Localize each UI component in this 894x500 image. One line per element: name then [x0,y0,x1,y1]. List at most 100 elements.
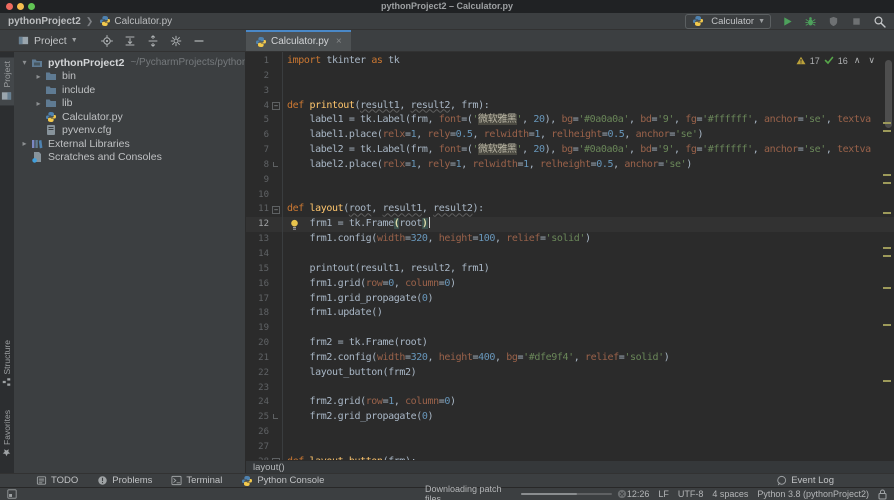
close-tab-icon[interactable]: × [336,36,342,47]
caret-position[interactable]: 12:26 [627,489,650,499]
gutter-line-12[interactable]: 12 [246,217,282,232]
gutter-line-22[interactable]: 22 [246,366,282,381]
collapse-all-button[interactable] [146,34,160,48]
gutter-line-27[interactable]: 27 [246,440,282,455]
breadcrumb-function[interactable]: layout() [253,462,285,473]
sidebar-tab-favorites[interactable]: Favorites [0,410,14,457]
toolwindow-python-console[interactable]: Python Console [241,475,324,487]
toolwindow-problems[interactable]: Problems [97,475,152,486]
hide-panel-button[interactable] [192,34,206,48]
code-line-22[interactable]: layout_button(frm2) [283,366,894,381]
gutter-line-28[interactable]: 28− [246,455,282,460]
run-with-coverage-button[interactable] [826,14,840,28]
gutter-line-13[interactable]: 13 [246,232,282,247]
project-view-selector[interactable]: Project [34,35,67,47]
toolwindow-todo[interactable]: TODO [36,475,78,486]
fold-marker-icon[interactable]: − [272,458,280,460]
tree-item-scratches-and-consoles[interactable]: Scratches and Consoles [14,151,245,165]
gutter-line-6[interactable]: 6 [246,128,282,143]
toolwindow-toggle-icon[interactable] [7,489,17,499]
code-line-20[interactable]: frm2 = tk.Frame(root) [283,336,894,351]
toolwindow-terminal[interactable]: Terminal [171,475,222,486]
code-line-28[interactable]: def layout_button(frm): [283,455,894,460]
search-everywhere-button[interactable] [872,14,886,28]
sidebar-tab-structure[interactable]: Structure [0,340,14,387]
code-line-15[interactable]: printout(result1, result2, frm1) [283,262,894,277]
gutter-line-1[interactable]: 1 [246,54,282,69]
breadcrumb-file[interactable]: Calculator.py [114,16,172,27]
code-line-24[interactable]: frm2.grid(row=1, column=0) [283,395,894,410]
code-line-5[interactable]: label1 = tk.Label(frm, font=('微软雅黑', 20)… [283,113,894,128]
error-stripe-mark[interactable] [883,182,891,184]
gutter-line-23[interactable]: 23 [246,381,282,396]
locate-file-button[interactable] [100,34,114,48]
gutter-line-7[interactable]: 7 [246,143,282,158]
code-line-7[interactable]: label2 = tk.Label(frm, font=('微软雅黑', 20)… [283,143,894,158]
gutter-line-11[interactable]: 11− [246,202,282,217]
minimize-window-button[interactable] [17,3,24,10]
event-log-button[interactable]: Event Log [776,475,834,486]
code-line-19[interactable] [283,321,894,336]
tree-item-pyvenv-cfg[interactable]: pyvenv.cfg [14,124,245,138]
gutter-line-8[interactable]: 8 [246,158,282,173]
interpreter[interactable]: Python 3.8 (pythonProject2) [757,489,869,499]
breadcrumb-project[interactable]: pythonProject2 [8,16,81,27]
error-stripe-mark[interactable] [883,212,891,214]
code-line-4[interactable]: def printout(result1, result2, frm): [283,99,894,114]
code-line-26[interactable] [283,425,894,440]
editor-scrollbar[interactable] [885,60,892,128]
settings-icon[interactable] [169,34,183,48]
code-line-21[interactable]: frm2.config(width=320, height=400, bg='#… [283,351,894,366]
tree-item-calculator-py[interactable]: Calculator.py [14,110,245,124]
gutter-line-3[interactable]: 3 [246,84,282,99]
tree-item-external-libraries[interactable]: ▸External Libraries [14,137,245,151]
gutter-line-16[interactable]: 16 [246,277,282,292]
gutter-line-25[interactable]: 25 [246,410,282,425]
code-line-27[interactable] [283,440,894,455]
gutter-line-9[interactable]: 9 [246,173,282,188]
tree-item-lib[interactable]: ▸lib [14,97,245,111]
fold-marker-icon[interactable]: − [272,102,280,110]
chevron-down-icon[interactable]: ▾ [18,58,31,67]
fold-marker-icon[interactable]: − [272,206,280,214]
error-stripe-mark[interactable] [883,380,891,382]
code-line-6[interactable]: label1.place(relx=1, rely=0.5, relwidth=… [283,128,894,143]
code-line-10[interactable] [283,188,894,203]
code-line-11[interactable]: def layout(root, result1, result2): [283,202,894,217]
gutter-line-2[interactable]: 2 [246,69,282,84]
tree-item-include[interactable]: include [14,83,245,97]
gutter-line-14[interactable]: 14 [246,247,282,262]
line-separator[interactable]: LF [658,489,669,499]
zoom-window-button[interactable] [28,3,35,10]
code-line-2[interactable] [283,69,894,84]
run-button[interactable] [780,14,794,28]
code-line-14[interactable] [283,247,894,262]
error-stripe-mark[interactable] [883,324,891,326]
gutter-line-18[interactable]: 18 [246,306,282,321]
code-line-3[interactable] [283,84,894,99]
expand-all-button[interactable] [123,34,137,48]
tab-calculator-py[interactable]: Calculator.py × [246,30,351,51]
prev-warning-button[interactable]: ∧ [854,55,861,66]
gutter-line-26[interactable]: 26 [246,425,282,440]
run-configuration-select[interactable]: Calculator ▼ [685,14,771,29]
code-line-23[interactable] [283,381,894,396]
chevron-right-icon[interactable]: ▸ [32,99,45,108]
code-line-25[interactable]: frm2.grid_propagate(0) [283,410,894,425]
gutter-line-19[interactable]: 19 [246,321,282,336]
error-stripe-mark[interactable] [883,174,891,176]
fold-end-marker-icon[interactable] [273,414,278,419]
lock-icon[interactable] [878,489,887,500]
chevron-right-icon[interactable]: ▸ [18,139,31,148]
code-line-12[interactable]: frm1 = tk.Frame(root) [283,217,894,232]
inspection-widget[interactable]: 17 16 ∧ ∨ [796,55,877,66]
gutter-line-17[interactable]: 17 [246,292,282,307]
debug-button[interactable] [803,14,817,28]
code-line-18[interactable]: frm1.update() [283,306,894,321]
tree-item-bin[interactable]: ▸bin [14,70,245,84]
sidebar-tab-project[interactable]: Project [0,57,14,105]
code-line-13[interactable]: frm1.config(width=320, height=100, relie… [283,232,894,247]
stop-button[interactable] [849,14,863,28]
next-warning-button[interactable]: ∨ [868,55,875,66]
code-editor[interactable]: 1234−567891011−1213141516171819202122232… [246,52,894,460]
